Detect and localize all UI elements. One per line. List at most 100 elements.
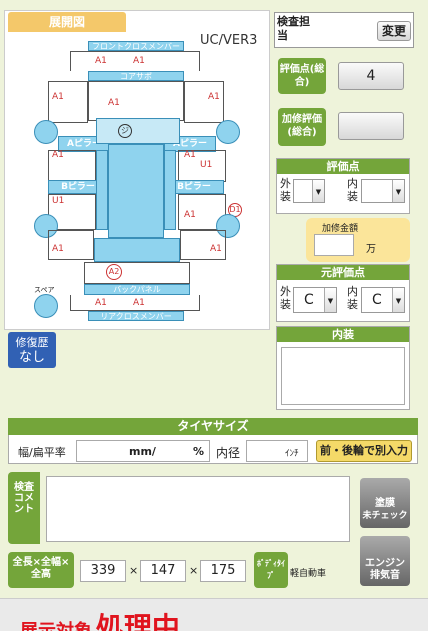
mark-a1: A1 [133, 298, 145, 308]
left-front-wheel[interactable] [34, 120, 58, 144]
front-rear-input-button[interactable]: 前・後輪で別入力 [316, 440, 412, 462]
score-exterior-select[interactable]: ▼ [293, 179, 325, 203]
tire-inner-input[interactable]: ｲﾝﾁ [246, 440, 308, 462]
tire-width-input[interactable]: mm/ % [76, 440, 210, 462]
chevron-down-icon: ▼ [392, 288, 404, 312]
interior-section-head: 内装 [277, 327, 409, 342]
version-label: UC/VER3 [200, 33, 258, 48]
times-sep: × [129, 564, 139, 577]
body-type-value: 軽自動車 [290, 569, 327, 579]
original-exterior-select[interactable]: C ▼ [293, 287, 337, 313]
tire-mm-unit: mm/ [129, 445, 156, 458]
hood[interactable] [88, 81, 184, 121]
times-sep: × [189, 564, 199, 577]
original-exterior-label: 外装 [280, 285, 291, 311]
width-input[interactable]: 147 [140, 560, 186, 582]
tire-inner-label: 内径 [216, 446, 241, 460]
original-exterior-value: C [304, 292, 314, 308]
score-interior-label: 内装 [347, 177, 358, 203]
tire-size-head: タイヤサイズ [8, 418, 418, 435]
status-main: 処理中 [95, 611, 180, 631]
repair-amount-box: 加修金額 万 [306, 218, 410, 262]
status-prefix: 展示対象 [20, 621, 92, 631]
tire-pct-unit: % [193, 445, 205, 458]
paint-check-line1: 塗膜 [375, 498, 395, 509]
rear-floor[interactable] [94, 238, 180, 262]
chevron-down-icon: ▼ [392, 180, 404, 202]
score-interior-select[interactable]: ▼ [361, 179, 405, 203]
mark-u1: U1 [200, 160, 213, 170]
mark-a1: A1 [133, 56, 145, 66]
trunk-lid[interactable] [84, 262, 190, 284]
front-cross-member[interactable]: フロントクロスメンバー [88, 41, 184, 51]
length-input[interactable]: 339 [80, 560, 126, 582]
overall-rating-label: 評価点(総合) [278, 58, 326, 94]
mark-a1: A1 [95, 298, 107, 308]
score-section: 評価点 外装 ▼ 内装 ▼ [276, 158, 410, 214]
front-cross-member-label: フロントクロスメンバー [92, 42, 180, 51]
left-front-fender[interactable] [48, 81, 88, 123]
mark-a1: A1 [184, 150, 196, 160]
chevron-down-icon: ▼ [324, 288, 336, 312]
original-interior-label: 内装 [347, 285, 358, 311]
original-score-section: 元評価点 外装 C ▼ 内装 C ▼ [276, 264, 410, 322]
back-panel[interactable]: バックパネル [84, 284, 190, 295]
repair-history-value: なし [18, 350, 45, 365]
score-section-head: 評価点 [277, 159, 409, 174]
right-front-fender[interactable] [184, 81, 224, 123]
chevron-down-icon: ▼ [312, 180, 324, 202]
paint-check-button[interactable]: 塗膜 未チェック [360, 478, 410, 528]
back-panel-label: バックパネル [113, 285, 161, 294]
roof[interactable] [108, 144, 164, 238]
diagram-title: 展開図 [8, 12, 126, 32]
mark-a1: A1 [108, 98, 120, 108]
engine-sound-line2: 排気音 [370, 570, 400, 581]
mark-ji: ジ [118, 124, 132, 138]
comment-label: 検査コメント [14, 482, 34, 515]
engine-sound-button[interactable]: エンジン 排気音 [360, 536, 410, 586]
overall-rating-button[interactable]: 4 [338, 62, 404, 90]
mark-a1: A1 [184, 210, 196, 220]
original-score-head: 元評価点 [277, 265, 409, 280]
repair-history-button[interactable]: 修復歴 なし [8, 332, 56, 368]
mark-a1: A1 [210, 244, 222, 254]
mark-a1: A1 [208, 92, 220, 102]
mark-a1: A1 [52, 150, 64, 160]
mark-a2: A2 [106, 264, 122, 280]
repair-amount-unit: 万 [366, 244, 376, 255]
rear-cross-member[interactable]: リアクロスメンバー [88, 311, 184, 321]
interior-section: 内装 [276, 326, 410, 410]
repair-rating-button[interactable] [338, 112, 404, 140]
body-type-label: ﾎﾞﾃﾞｨﾀｲﾌﾟ [254, 552, 288, 588]
right-front-wheel[interactable] [216, 120, 240, 144]
original-interior-value: C [372, 292, 382, 308]
tire-inch-unit: ｲﾝﾁ [285, 449, 299, 459]
mark-a1: A1 [52, 92, 64, 102]
mark-a1: A1 [52, 244, 64, 254]
status-text: 展示対象 処理中 [20, 606, 180, 631]
windshield[interactable] [96, 118, 180, 144]
left-side-sill[interactable] [96, 150, 108, 230]
inspector-label: 検査担当 [277, 15, 310, 42]
inspector-box: 検査担当 変更 [274, 12, 414, 48]
engine-sound-line1: エンジン [365, 558, 405, 569]
comment-textarea[interactable] [46, 476, 350, 542]
dimensions-label: 全長×全幅×全高 [8, 552, 74, 588]
repair-history-label: 修復歴 [15, 336, 49, 349]
original-interior-select[interactable]: C ▼ [361, 287, 405, 313]
comment-label-box: 検査コメント [8, 472, 40, 544]
right-side-sill[interactable] [164, 150, 176, 230]
mark-a1: A1 [95, 56, 107, 66]
core-support[interactable]: コアサポ [88, 71, 184, 81]
repair-amount-label: 加修金額 [322, 224, 359, 234]
score-exterior-label: 外装 [280, 177, 291, 203]
height-input[interactable]: 175 [200, 560, 246, 582]
paint-check-line2: 未チェック [362, 511, 408, 521]
interior-textarea[interactable] [281, 347, 405, 405]
spare-tire[interactable] [34, 294, 58, 318]
repair-rating-label: 加修評価(総合) [278, 108, 326, 146]
core-support-label: コアサポ [120, 72, 152, 81]
change-inspector-button[interactable]: 変更 [377, 21, 411, 41]
rear-cross-member-label: リアクロスメンバー [100, 312, 172, 321]
repair-amount-input[interactable] [314, 234, 354, 256]
